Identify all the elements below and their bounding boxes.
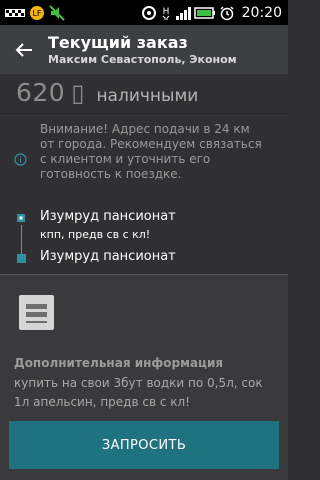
pickup-comment: кпп, предв св с кл! — [40, 228, 151, 241]
status-time: 20:20 — [241, 4, 282, 21]
warning-text: Внимание! Адрес подачи в 24 км от города… — [40, 122, 262, 181]
address-warning: Внимание! Адрес подачи в 24 км от города… — [14, 122, 284, 182]
network-h-icon: H — [160, 5, 172, 21]
price-value: 620 — [16, 78, 66, 107]
notification-icon: LF — [29, 5, 45, 21]
arrow-back-icon — [15, 42, 32, 57]
additional-info-title: Дополнительная информация — [14, 356, 224, 370]
payment-method: наличными — [96, 86, 199, 106]
pickup-address: Изумруд пансионат — [40, 209, 176, 224]
destination-marker-icon — [17, 254, 26, 263]
battery-icon — [193, 5, 216, 21]
request-button[interactable]: ЗАПРОСИТЬ — [9, 421, 279, 469]
taxi-icon — [5, 5, 25, 21]
svg-text:LF: LF — [32, 9, 41, 18]
sync-icon — [141, 5, 157, 21]
currency-symbol: ▯ — [71, 79, 85, 107]
status-bar: LF H 20:20 — [0, 0, 288, 25]
destination-address: Изумруд пансионат — [40, 249, 176, 264]
pickup-marker-icon — [17, 214, 25, 222]
divider — [0, 113, 288, 114]
back-button[interactable] — [0, 25, 48, 74]
page-subtitle: Максим Севастополь, Эконом — [48, 52, 237, 66]
svg-text:H: H — [162, 7, 169, 17]
page-title: Текущий заказ — [48, 32, 188, 52]
price-row: 620 ▯ наличными — [16, 78, 198, 110]
info-icon — [14, 153, 27, 166]
signal-icon — [175, 5, 191, 21]
list-icon — [19, 295, 54, 330]
mute-icon — [49, 4, 65, 21]
route-destination: Изумруд пансионат — [14, 249, 284, 269]
alarm-icon — [219, 5, 235, 21]
app-bar: Текущий заказ Максим Севастополь, Эконом — [0, 25, 288, 74]
additional-info-text: купить на свои 3бут водки по 0,5л, сок 1… — [14, 376, 263, 409]
